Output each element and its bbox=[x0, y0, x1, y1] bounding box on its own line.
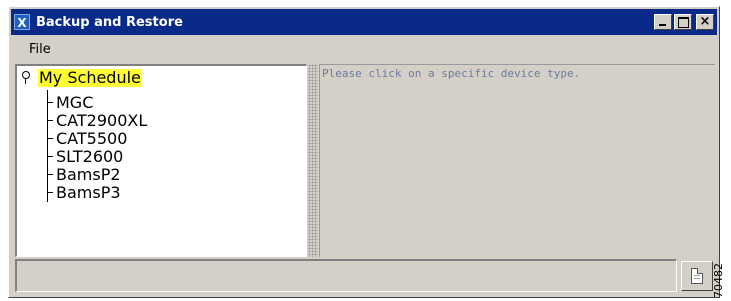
tree-root-label[interactable]: My Schedule bbox=[38, 69, 142, 87]
figure-id-label: 70482 bbox=[712, 263, 725, 298]
tree-node-label[interactable]: MGC bbox=[56, 93, 93, 112]
tree-branch-line bbox=[47, 155, 53, 157]
backup-restore-window: X Backup and Restore × File My Schedule … bbox=[8, 6, 720, 298]
tree-node-mgc[interactable]: MGC bbox=[47, 92, 93, 112]
document-icon bbox=[691, 268, 703, 284]
status-bar bbox=[15, 259, 677, 292]
tree-node-label[interactable]: CAT5500 bbox=[56, 129, 127, 148]
tree-node-label[interactable]: BamsP3 bbox=[56, 183, 121, 202]
tree-branch-line bbox=[47, 137, 53, 139]
tree-node-cat5500[interactable]: CAT5500 bbox=[47, 128, 127, 148]
tree-branch-line bbox=[47, 173, 53, 175]
tree-branch-line bbox=[47, 191, 53, 193]
device-tree[interactable]: My Schedule MGC CAT2900XL CAT5500 SLT260… bbox=[15, 64, 307, 257]
pane-splitter[interactable] bbox=[308, 64, 318, 257]
tree-branch-line bbox=[47, 119, 53, 121]
close-button[interactable]: × bbox=[696, 14, 714, 30]
tree-node-slt2600[interactable]: SLT2600 bbox=[47, 146, 123, 166]
tree-node-label[interactable]: BamsP2 bbox=[56, 165, 121, 184]
detail-panel: Please click on a specific device type. bbox=[319, 64, 715, 257]
app-icon: X bbox=[14, 14, 30, 30]
maximize-button[interactable] bbox=[674, 14, 692, 30]
window-title: Backup and Restore bbox=[36, 14, 183, 30]
tree-root[interactable]: My Schedule bbox=[21, 69, 142, 87]
tree-root-toggle-icon[interactable] bbox=[21, 71, 31, 85]
tree-node-label[interactable]: CAT2900XL bbox=[56, 111, 147, 130]
tree-node-label[interactable]: SLT2600 bbox=[56, 147, 123, 166]
tree-node-bamsp2[interactable]: BamsP2 bbox=[47, 164, 121, 184]
view-log-button[interactable] bbox=[681, 261, 713, 291]
tree-node-cat2900xl[interactable]: CAT2900XL bbox=[47, 110, 147, 130]
minimize-button[interactable] bbox=[654, 14, 672, 30]
tree-branch-line bbox=[47, 101, 53, 103]
title-bar[interactable]: X Backup and Restore × bbox=[11, 9, 717, 35]
tree-node-bamsp3[interactable]: BamsP3 bbox=[47, 182, 121, 202]
instruction-message: Please click on a specific device type. bbox=[322, 67, 581, 80]
menu-file[interactable]: File bbox=[11, 42, 59, 57]
menu-bar: File bbox=[11, 38, 717, 60]
